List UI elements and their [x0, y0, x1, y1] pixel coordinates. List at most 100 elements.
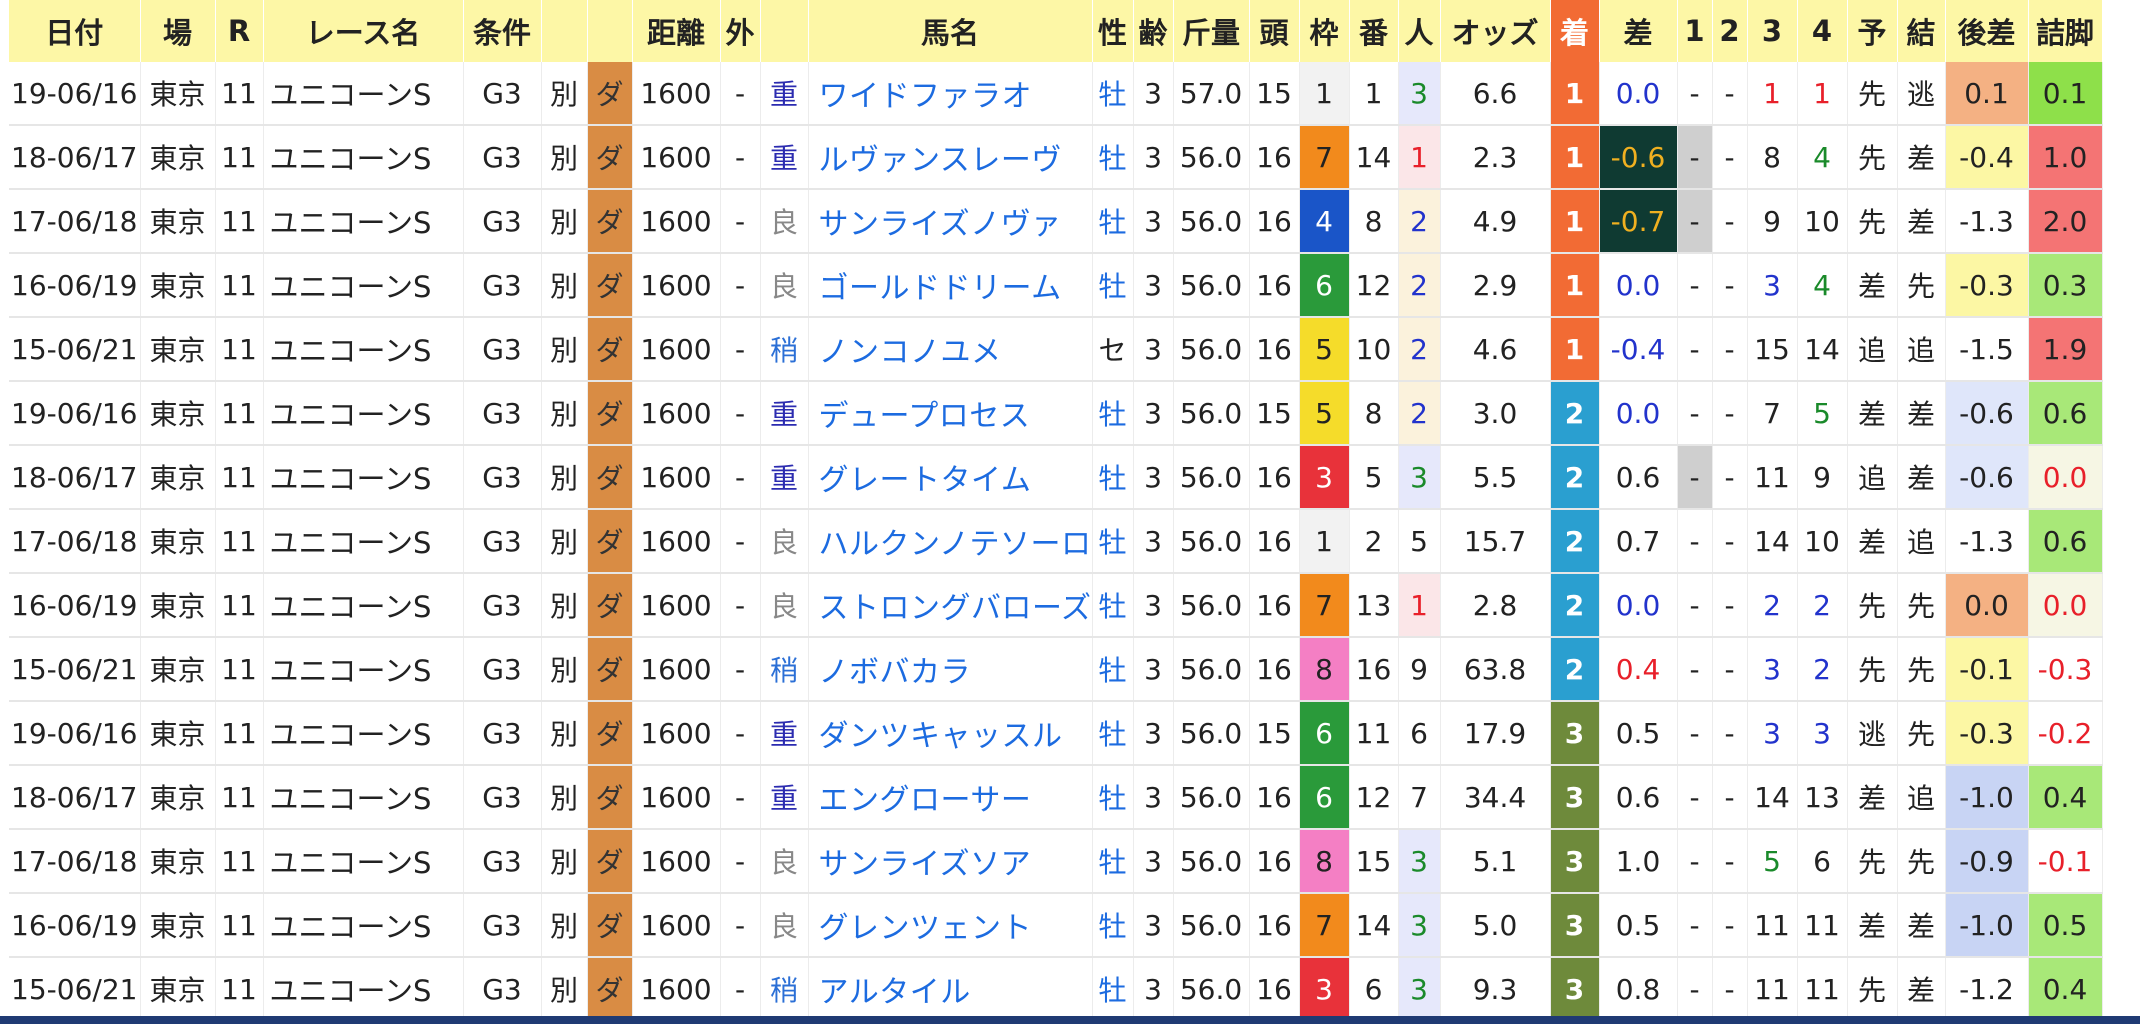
- odds-cell: 63.8: [1440, 637, 1551, 702]
- horse-name-link[interactable]: デュープロセス: [808, 381, 1093, 446]
- distance-cell: 1600: [632, 253, 721, 318]
- odds-cell: 2.8: [1440, 573, 1551, 638]
- corner-1-cell: -: [1677, 125, 1713, 190]
- result-style-cell: 追: [1897, 765, 1946, 830]
- horse-name-link[interactable]: アルタイル: [808, 957, 1093, 1022]
- horse-name-link[interactable]: ストロングバローズ: [808, 573, 1093, 638]
- predicted-style-cell: 先: [1847, 125, 1898, 190]
- weight-cell: 57.0: [1173, 62, 1250, 126]
- closing-cell: 0.5: [2028, 893, 2103, 958]
- corner-4-cell: 11: [1797, 893, 1848, 958]
- frame-cell: 8: [1299, 637, 1350, 702]
- horse-name-link[interactable]: グレートタイム: [808, 445, 1093, 510]
- horse-name-link[interactable]: ハルクンノテソーロ: [808, 509, 1093, 574]
- corner-4-cell: 4: [1797, 253, 1848, 318]
- result-style-cell: 先: [1897, 573, 1946, 638]
- distance-cell: 1600: [632, 765, 721, 830]
- corner-2-cell: -: [1712, 509, 1748, 574]
- table-body: 19-06/16 東京 11 ユニコーンS G3 別ダ 1600- 重ワイドファラオ牡 3 57.…: [9, 62, 2103, 1022]
- race-name-cell: ユニコーンS: [263, 573, 464, 638]
- surface-cell: ダ: [587, 893, 633, 958]
- venue-cell: 東京: [140, 509, 216, 574]
- header-corner-1: 1: [1677, 0, 1713, 62]
- horse-name-link[interactable]: エングローサー: [808, 765, 1093, 830]
- corner-1-cell: -: [1677, 573, 1713, 638]
- corner-2-cell: -: [1712, 317, 1748, 382]
- closing-cell: -0.2: [2028, 701, 2103, 766]
- late-diff-cell: -0.3: [1945, 701, 2029, 766]
- venue-cell: 東京: [140, 62, 216, 126]
- result-style-cell: 差: [1897, 893, 1946, 958]
- late-diff-cell: 0.0: [1945, 573, 2029, 638]
- horse-name-link[interactable]: サンライズソア: [808, 829, 1093, 894]
- table-row: 19-06/16 東京 11 ユニコーンS G3 別ダ 1600- 重ワイドファラオ牡 3 57.…: [9, 62, 2103, 126]
- header-distance: 距離: [632, 0, 721, 62]
- horse-name-link[interactable]: ダンツキャッスル: [808, 701, 1093, 766]
- corner-4-cell: 14: [1797, 317, 1848, 382]
- horse-name-link[interactable]: ノボバカラ: [808, 637, 1093, 702]
- grade-cell: G3: [463, 125, 542, 190]
- age-cell: 3: [1133, 253, 1174, 318]
- table-row: 18-06/17 東京 11 ユニコーンS G3 別ダ 1600- 重グレートタイム牡 3 56.…: [9, 445, 2103, 510]
- late-diff-cell: -1.0: [1945, 765, 2029, 830]
- horse-name-link[interactable]: グレンツェント: [808, 893, 1093, 958]
- heads-cell: 16: [1249, 125, 1300, 190]
- horse-name-link[interactable]: サンライズノヴァ: [808, 189, 1093, 254]
- header-venue: 場: [140, 0, 216, 62]
- horse-number-cell: 6: [1349, 957, 1399, 1022]
- corner-3-cell: 3: [1747, 701, 1798, 766]
- grade-cell: G3: [463, 957, 542, 1022]
- result-style-cell: 差: [1897, 957, 1946, 1022]
- condition-cell: 別: [541, 957, 588, 1022]
- closing-cell: 0.6: [2028, 381, 2103, 446]
- venue-cell: 東京: [140, 637, 216, 702]
- horse-number-cell: 12: [1349, 765, 1399, 830]
- sex-cell: 牡: [1092, 829, 1134, 894]
- sex-cell: 牡: [1092, 765, 1134, 830]
- race-number-cell: 11: [215, 381, 264, 446]
- distance-cell: 1600: [632, 317, 721, 382]
- corner-4-cell: 4: [1797, 125, 1848, 190]
- venue-cell: 東京: [140, 573, 216, 638]
- corner-4-cell: 9: [1797, 445, 1848, 510]
- header-weight: 斤量: [1173, 0, 1250, 62]
- popularity-cell: 2: [1398, 381, 1441, 446]
- horse-name-link[interactable]: ルヴァンスレーヴ: [808, 125, 1093, 190]
- horse-number-cell: 14: [1349, 125, 1399, 190]
- grade-cell: G3: [463, 637, 542, 702]
- venue-cell: 東京: [140, 317, 216, 382]
- header-row: 日付場 R レース名 条件 距離外馬名性齢斤量頭枠番人オッズ着差 1 2 3 4 予結後差 詰脚: [9, 0, 2103, 62]
- sex-cell: 牡: [1092, 381, 1134, 446]
- popularity-cell: 3: [1398, 445, 1441, 510]
- date-cell: 16-06/19: [9, 253, 141, 318]
- header-race-no: R: [215, 0, 264, 62]
- corner-1-cell: -: [1677, 445, 1713, 510]
- late-diff-cell: -0.9: [1945, 829, 2029, 894]
- late-diff-cell: -0.6: [1945, 445, 2029, 510]
- frame-cell: 3: [1299, 957, 1350, 1022]
- header-corner-4: 4: [1797, 0, 1848, 62]
- header-corner-3: 3: [1747, 0, 1798, 62]
- corner-3-cell: 3: [1747, 253, 1798, 318]
- sex-cell: 牡: [1092, 62, 1134, 126]
- finish-cell: 2: [1550, 445, 1600, 510]
- horse-name-link[interactable]: ノンコノユメ: [808, 317, 1093, 382]
- closing-cell: 0.6: [2028, 509, 2103, 574]
- finish-cell: 2: [1550, 381, 1600, 446]
- outside-cell: -: [720, 509, 761, 574]
- horse-number-cell: 1: [1349, 62, 1399, 126]
- frame-cell: 6: [1299, 701, 1350, 766]
- header-closing: 詰脚: [2028, 0, 2103, 62]
- header-heads: 頭: [1249, 0, 1300, 62]
- track-cell: 良: [760, 893, 809, 958]
- age-cell: 3: [1133, 509, 1174, 574]
- heads-cell: 15: [1249, 62, 1300, 126]
- sex-cell: 牡: [1092, 125, 1134, 190]
- horse-name-link[interactable]: ゴールドドリーム: [808, 253, 1093, 318]
- table-row: 15-06/21 東京 11 ユニコーンS G3 別ダ 1600- 稍ノンコノユメセ 3 56.0…: [9, 317, 2103, 382]
- condition-cell: 別: [541, 125, 588, 190]
- outside-cell: -: [720, 253, 761, 318]
- corner-4-cell: 2: [1797, 637, 1848, 702]
- horse-name-link[interactable]: ワイドファラオ: [808, 62, 1093, 126]
- weight-cell: 56.0: [1173, 125, 1250, 190]
